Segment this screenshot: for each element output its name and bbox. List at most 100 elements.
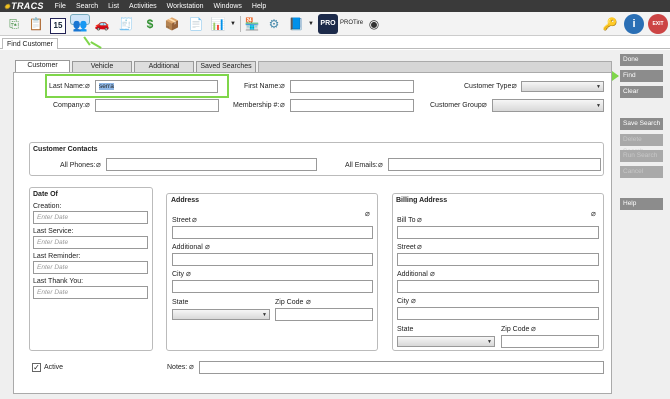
state-label: State xyxy=(172,299,189,306)
cancel-button[interactable]: Cancel xyxy=(620,166,663,178)
company-input[interactable] xyxy=(95,99,219,112)
billing-street-input[interactable] xyxy=(397,253,599,266)
run-search-button[interactable]: Run Search xyxy=(620,150,663,162)
active-checkbox[interactable]: ✓ xyxy=(32,363,41,372)
billing-city-label: City xyxy=(397,298,410,305)
settings-gear-icon[interactable]: ⚙ xyxy=(264,14,284,34)
customer-contacts-title: Customer Contacts xyxy=(33,146,98,153)
tab-find-customer[interactable]: Find Customer xyxy=(2,38,58,49)
null-toggle-icon[interactable]: ⌀ xyxy=(430,270,435,278)
delete-search-button[interactable]: Delete Search xyxy=(620,134,663,155)
null-toggle-icon[interactable]: ⌀ xyxy=(417,216,422,224)
protire-label[interactable]: PROTire xyxy=(340,20,363,26)
bill-to-input[interactable] xyxy=(397,226,599,239)
help-button[interactable]: Help xyxy=(620,198,663,210)
chevron-down-icon[interactable]: ▼ xyxy=(228,14,238,34)
bar-chart-icon[interactable]: 📊 xyxy=(208,14,228,34)
null-toggle-icon[interactable]: ⌀ xyxy=(591,210,596,218)
menu-bar: ✹TRACS File Search List Activities Works… xyxy=(0,0,670,12)
additional-input[interactable] xyxy=(172,253,373,266)
billing-city-input[interactable] xyxy=(397,307,599,320)
invoice-icon[interactable]: 🧾 xyxy=(116,14,136,34)
car-icon[interactable]: 🚗 xyxy=(92,14,112,34)
creation-date-input[interactable]: Enter Date xyxy=(33,211,148,224)
chevron-down-icon-2[interactable]: ▼ xyxy=(306,14,316,34)
null-toggle-icon[interactable]: ⌀ xyxy=(411,297,416,305)
null-toggle-icon[interactable]: ⌀ xyxy=(280,82,285,90)
null-toggle-icon[interactable]: ⌀ xyxy=(280,101,285,109)
menu-list[interactable]: List xyxy=(103,3,124,10)
tab-additional[interactable]: Additional xyxy=(134,61,194,72)
null-toggle-icon[interactable]: ⌀ xyxy=(96,161,101,169)
null-toggle-icon[interactable]: ⌀ xyxy=(205,243,210,251)
book-icon[interactable]: 📘 xyxy=(286,14,306,34)
app-logo-text: TRACS xyxy=(11,1,44,11)
tab-customer[interactable]: Customer xyxy=(15,60,70,72)
all-emails-label: All Emails: xyxy=(345,162,378,169)
inventory-icon[interactable]: 📦 xyxy=(162,14,182,34)
null-toggle-icon[interactable]: ⌀ xyxy=(531,325,536,333)
gear-logo-icon: ✹ xyxy=(4,4,11,11)
tab-vehicle[interactable]: Vehicle xyxy=(72,61,132,72)
null-toggle-icon[interactable]: ⌀ xyxy=(512,82,517,90)
notes-input[interactable] xyxy=(199,361,604,374)
null-toggle-icon[interactable]: ⌀ xyxy=(192,216,197,224)
menu-workstation[interactable]: Workstation xyxy=(162,3,209,10)
null-toggle-icon[interactable]: ⌀ xyxy=(306,298,311,306)
menu-activities[interactable]: Activities xyxy=(124,3,162,10)
all-phones-input[interactable] xyxy=(106,158,317,171)
billing-zip-input[interactable] xyxy=(501,335,599,348)
done-button[interactable]: Done xyxy=(620,54,663,66)
info-icon[interactable]: i xyxy=(624,14,644,34)
null-toggle-icon[interactable]: ⌀ xyxy=(482,101,487,109)
null-toggle-icon[interactable]: ⌀ xyxy=(378,161,383,169)
last-thank-you-date-input[interactable]: Enter Date xyxy=(33,286,148,299)
all-emails-input[interactable] xyxy=(388,158,601,171)
dropdown-arrow-icon: ▼ xyxy=(262,312,267,318)
pro-button[interactable]: PRO xyxy=(318,14,338,34)
billing-zip-label: Zip Code xyxy=(501,326,530,333)
tab-saved-searches[interactable]: Saved Searches xyxy=(196,61,256,72)
customer-group-select[interactable]: ▼ xyxy=(492,99,604,112)
menu-file[interactable]: File xyxy=(50,3,71,10)
null-toggle-icon[interactable]: ⌀ xyxy=(365,210,370,218)
customer-type-select[interactable]: ▼ xyxy=(521,81,604,92)
report-icon[interactable]: 📄 xyxy=(186,14,206,34)
city-label: City xyxy=(172,271,185,278)
menu-search[interactable]: Search xyxy=(71,3,103,10)
membership-input[interactable] xyxy=(290,99,414,112)
state-select[interactable]: ▼ xyxy=(172,309,270,320)
clipboard-icon[interactable]: 📋 xyxy=(26,14,46,34)
customers-icon[interactable]: 👥 xyxy=(70,14,90,32)
find-button[interactable]: Find xyxy=(620,70,663,82)
exit-button[interactable]: EXIT xyxy=(648,14,668,34)
null-toggle-icon[interactable]: ⌀ xyxy=(85,101,90,109)
menu-windows[interactable]: Windows xyxy=(209,3,247,10)
calendar-icon[interactable]: 15 xyxy=(48,14,68,34)
null-toggle-icon[interactable]: ⌀ xyxy=(417,243,422,251)
new-document-icon[interactable]: ⎘ xyxy=(4,14,24,34)
first-name-input[interactable] xyxy=(290,80,414,93)
null-toggle-icon[interactable]: ⌀ xyxy=(186,270,191,278)
menu-help[interactable]: Help xyxy=(247,3,271,10)
dropdown-arrow-icon: ▼ xyxy=(487,339,492,345)
null-toggle-icon[interactable]: ⌀ xyxy=(85,82,90,90)
zip-code-input[interactable] xyxy=(275,308,373,321)
last-name-input[interactable]: serra xyxy=(95,80,218,93)
street-input[interactable] xyxy=(172,226,373,239)
save-search-button[interactable]: Save Search xyxy=(620,118,663,130)
city-input[interactable] xyxy=(172,280,373,293)
clear-button[interactable]: Clear xyxy=(620,86,663,98)
billing-additional-input[interactable] xyxy=(397,280,599,293)
shop-icon[interactable]: 🏪 xyxy=(242,14,262,34)
last-reminder-date-input[interactable]: Enter Date xyxy=(33,261,148,274)
last-name-value: serra xyxy=(99,83,114,90)
keys-icon[interactable]: 🔑 xyxy=(600,14,620,34)
billing-state-select[interactable]: ▼ xyxy=(397,336,495,347)
dropdown-arrow-icon: ▼ xyxy=(596,103,601,109)
address-group xyxy=(166,193,378,351)
tire-icon[interactable]: ◉ xyxy=(364,14,384,34)
dollar-icon[interactable]: $ xyxy=(140,14,160,34)
null-toggle-icon[interactable]: ⌀ xyxy=(189,363,194,371)
last-service-date-input[interactable]: Enter Date xyxy=(33,236,148,249)
